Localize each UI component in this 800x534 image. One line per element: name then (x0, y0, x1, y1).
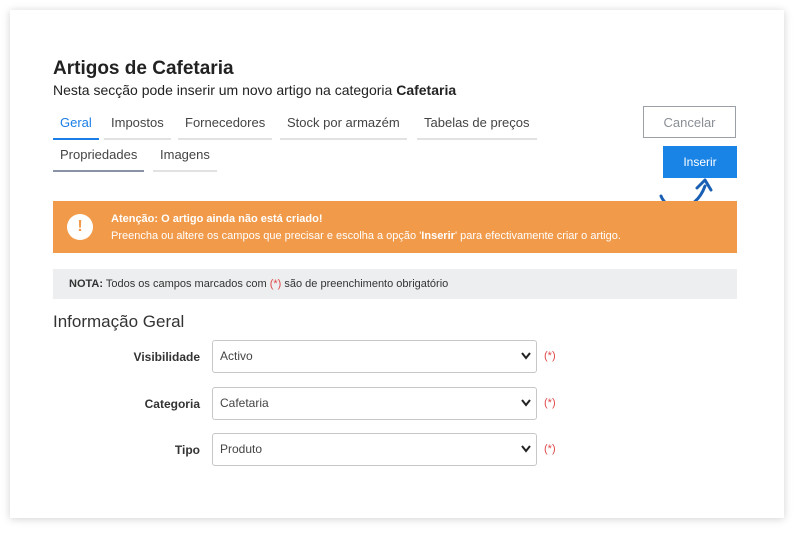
note-required-marker: (*) (269, 278, 282, 290)
chevron-down-icon (521, 399, 531, 407)
categoria-required-marker: (*) (544, 397, 556, 409)
tab-fornecedores[interactable]: Fornecedores (178, 112, 273, 140)
alert-text: Preencha ou altere os campos que precisa… (111, 230, 621, 242)
chevron-down-icon (521, 445, 531, 453)
subtitle-text: Nesta secção pode inserir um novo artigo… (53, 82, 397, 98)
visibilidade-select[interactable]: Activo (212, 340, 537, 373)
alert-text-prefix: Preencha ou altere os campos que precisa… (111, 230, 422, 242)
tab-propriedades[interactable]: Propriedades (53, 144, 145, 172)
note-text-prefix: Todos os campos marcados com (103, 278, 270, 290)
tab-geral[interactable]: Geral (53, 112, 99, 140)
warning-alert: ! Atenção: O artigo ainda não está criad… (53, 201, 737, 253)
visibilidade-required-marker: (*) (544, 350, 556, 362)
tipo-value: Produto (220, 442, 263, 456)
page-title: Artigos de Cafetaria (53, 58, 234, 79)
categoria-value: Cafetaria (220, 396, 269, 410)
tab-impostos[interactable]: Impostos (104, 112, 171, 140)
visibilidade-label: Visibilidade (133, 350, 200, 364)
cancel-button[interactable]: Cancelar (643, 106, 736, 138)
alert-title: Atenção: O artigo ainda não está criado! (111, 213, 323, 225)
tab-imagens[interactable]: Imagens (153, 144, 217, 172)
alert-text-suffix: ' para efectivamente criar o artigo. (454, 230, 621, 242)
categoria-select[interactable]: Cafetaria (212, 387, 537, 420)
page-subtitle: Nesta secção pode inserir um novo artigo… (53, 82, 456, 98)
section-title: Informação Geral (53, 312, 185, 331)
exclamation-icon: ! (67, 214, 93, 240)
tipo-label: Tipo (174, 443, 200, 457)
chevron-down-icon (521, 352, 531, 360)
note-label: NOTA: (69, 278, 104, 290)
visibilidade-value: Activo (220, 349, 253, 363)
note-text-suffix: são de preenchimento obrigatório (281, 278, 449, 290)
tipo-required-marker: (*) (544, 443, 556, 455)
tab-tabelas-de-precos[interactable]: Tabelas de preços (417, 112, 537, 140)
categoria-label: Categoria (144, 397, 200, 411)
required-note: NOTA: Todos os campos marcados com (*) s… (53, 269, 737, 299)
alert-text-option: Inserir (421, 230, 455, 242)
tab-stock-por-armazem[interactable]: Stock por armazém (280, 112, 407, 140)
tipo-select[interactable]: Produto (212, 433, 537, 466)
subtitle-category: Cafetaria (396, 82, 457, 98)
